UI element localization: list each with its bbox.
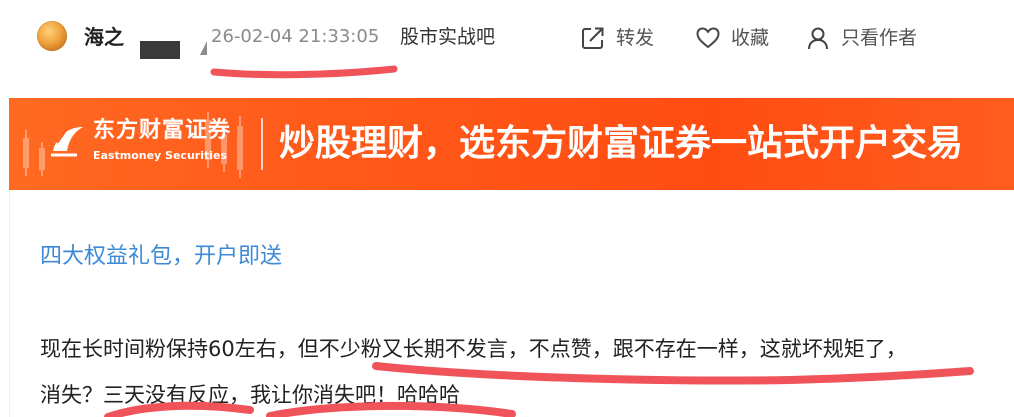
favorite-label: 收藏 <box>731 27 770 49</box>
banner-slogan: 炒股理财，选东方财富证券一站式开户交易 <box>279 123 964 164</box>
brand-name-en: Eastmoney Securities <box>93 149 228 162</box>
avatar[interactable] <box>37 21 67 51</box>
post-header: 海之 26-02-04 21:33:05 股市实战吧 转发 收藏 只看作者 <box>0 0 1014 82</box>
share-button[interactable]: 转发 <box>580 24 654 52</box>
brand-name-cn: 东方财富证券 <box>93 118 232 143</box>
heart-icon <box>696 27 720 49</box>
eastmoney-logo-icon <box>51 127 83 157</box>
share-icon <box>582 27 604 49</box>
author-name[interactable]: 海之 <box>84 24 124 50</box>
red-scribble-mark <box>210 65 398 79</box>
favorite-button[interactable]: 收藏 <box>695 24 769 52</box>
post-text-line: 现在长时间粉保持60左右，但不少粉又长期不发言，不点赞，跟不存在一样，这就坏规矩… <box>40 337 907 361</box>
redaction-block <box>140 41 180 59</box>
level-badge-icon <box>200 41 207 55</box>
post-time: 26-02-04 21:33:05 <box>211 26 380 47</box>
author-only-button[interactable]: 只看作者 <box>805 24 917 52</box>
banner-divider <box>261 118 263 170</box>
promo-link[interactable]: 四大权益礼包，开户即送 <box>40 242 282 272</box>
forum-link[interactable]: 股市实战吧 <box>400 25 495 49</box>
user-icon <box>808 27 828 50</box>
share-label: 转发 <box>616 27 655 49</box>
post-page: 海之 26-02-04 21:33:05 股市实战吧 转发 收藏 只看作者 东方… <box>0 0 1014 417</box>
author-only-label: 只看作者 <box>841 27 918 49</box>
ad-banner[interactable]: 东方财富证券 Eastmoney Securities 炒股理财，选东方财富证券… <box>9 98 1014 190</box>
post-text-line: 消失？三天没有反应，我让你消失吧！哈哈哈 <box>40 383 460 407</box>
